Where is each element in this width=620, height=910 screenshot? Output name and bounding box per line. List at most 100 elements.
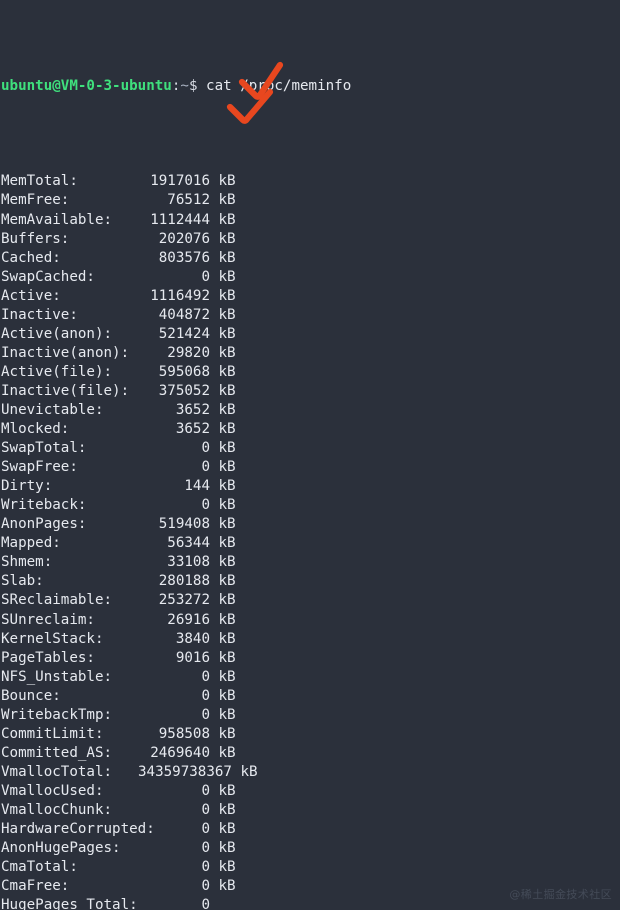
meminfo-unit: kB: [218, 401, 236, 418]
meminfo-value: 958508: [158, 725, 210, 742]
meminfo-unit: kB: [240, 763, 258, 780]
meminfo-unit: kB: [218, 801, 236, 818]
meminfo-row: VmallocTotal: 34359738367 kB: [1, 763, 351, 782]
meminfo-unit: kB: [218, 249, 236, 266]
meminfo-value: 202076: [158, 230, 210, 247]
meminfo-row: Committed_AS: 2469640 kB: [1, 744, 351, 763]
meminfo-unit: kB: [218, 382, 236, 399]
meminfo-row: Active(anon): 521424 kB: [1, 325, 351, 344]
meminfo-value: 26916: [167, 611, 210, 628]
meminfo-value: 0: [201, 840, 210, 857]
meminfo-unit: kB: [218, 573, 236, 590]
meminfo-value: 595068: [158, 363, 210, 380]
meminfo-value: 0: [201, 440, 210, 457]
terminal-window[interactable]: ubuntu@VM-0-3-ubuntu:~$ cat /proc/meminf…: [0, 0, 620, 910]
meminfo-row: AnonHugePages: 0 kB: [1, 839, 351, 858]
meminfo-row: VmallocChunk: 0 kB: [1, 801, 351, 820]
meminfo-row: Inactive(anon): 29820 kB: [1, 344, 351, 363]
meminfo-unit: kB: [218, 649, 236, 666]
meminfo-key: CmaFree:: [1, 878, 70, 895]
meminfo-unit: kB: [218, 821, 236, 838]
meminfo-key: MemAvailable:: [1, 211, 113, 228]
meminfo-value: 0: [201, 821, 210, 838]
meminfo-value: 76512: [167, 192, 210, 209]
prompt-user-host: ubuntu@VM-0-3-ubuntu: [1, 78, 172, 95]
meminfo-row: Writeback: 0 kB: [1, 496, 351, 515]
meminfo-unit: kB: [218, 421, 236, 438]
meminfo-key: CommitLimit:: [1, 725, 104, 742]
meminfo-row: MemFree: 76512 kB: [1, 191, 351, 210]
meminfo-unit: kB: [218, 478, 236, 495]
meminfo-key: MemFree:: [1, 192, 70, 209]
meminfo-value: 0: [201, 268, 210, 285]
command-text: cat /proc/meminfo: [206, 78, 352, 95]
meminfo-unit: kB: [218, 592, 236, 609]
meminfo-value: 0: [201, 497, 210, 514]
meminfo-value: 0: [201, 782, 210, 799]
meminfo-unit: kB: [218, 725, 236, 742]
meminfo-row: KernelStack: 3840 kB: [1, 630, 351, 649]
meminfo-unit: kB: [218, 668, 236, 685]
meminfo-key: VmallocTotal:: [1, 763, 113, 780]
site-watermark: @稀土掘金技术社区: [509, 887, 612, 901]
meminfo-value: 33108: [167, 554, 210, 571]
meminfo-value: 521424: [158, 325, 210, 342]
meminfo-key: Shmem:: [1, 554, 53, 571]
meminfo-row: Mapped: 56344 kB: [1, 534, 351, 553]
meminfo-value: 34359738367: [138, 763, 232, 780]
meminfo-value: 0: [201, 459, 210, 476]
meminfo-key: Committed_AS:: [1, 744, 113, 761]
meminfo-unit: kB: [218, 744, 236, 761]
meminfo-row: Dirty: 144 kB: [1, 477, 351, 496]
meminfo-unit: kB: [218, 211, 236, 228]
meminfo-value: 519408: [158, 516, 210, 533]
meminfo-unit: kB: [218, 687, 236, 704]
meminfo-row: Bounce: 0 kB: [1, 687, 351, 706]
meminfo-value: 1917016: [150, 173, 210, 190]
meminfo-key: NFS_Unstable:: [1, 668, 113, 685]
meminfo-key: Unevictable:: [1, 401, 104, 418]
meminfo-key: KernelStack:: [1, 630, 104, 647]
meminfo-value: 144: [184, 478, 210, 495]
meminfo-unit: kB: [218, 306, 236, 323]
meminfo-unit: kB: [218, 287, 236, 304]
meminfo-key: HardwareCorrupted:: [1, 821, 155, 838]
meminfo-unit: kB: [218, 840, 236, 857]
meminfo-output: MemTotal: 1917016 kB MemFree: 76512 kB MemAvai…: [1, 172, 351, 910]
meminfo-row: Buffers: 202076 kB: [1, 230, 351, 249]
meminfo-unit: kB: [218, 459, 236, 476]
meminfo-key: Inactive(file):: [1, 382, 130, 399]
meminfo-row: Inactive: 404872 kB: [1, 306, 351, 325]
meminfo-key: Slab:: [1, 573, 44, 590]
meminfo-row: NFS_Unstable: 0 kB: [1, 668, 351, 687]
meminfo-row: MemAvailable: 1112444 kB: [1, 211, 351, 230]
meminfo-row: MemTotal: 1917016 kB: [1, 172, 351, 191]
meminfo-unit: kB: [218, 344, 236, 361]
meminfo-row: SwapTotal: 0 kB: [1, 439, 351, 458]
meminfo-key: Writeback:: [1, 497, 87, 514]
meminfo-key: Bounce:: [1, 687, 61, 704]
meminfo-row: Shmem: 33108 kB: [1, 553, 351, 572]
meminfo-value: 29820: [167, 344, 210, 361]
meminfo-key: SwapCached:: [1, 268, 95, 285]
meminfo-key: Mapped:: [1, 535, 61, 552]
meminfo-row: CmaTotal: 0 kB: [1, 858, 351, 877]
meminfo-value: 3652: [175, 421, 210, 438]
meminfo-unit: kB: [218, 859, 236, 876]
meminfo-value: 1112444: [150, 211, 210, 228]
meminfo-value: 0: [201, 687, 210, 704]
meminfo-row: Active: 1116492 kB: [1, 287, 351, 306]
meminfo-key: Inactive(anon):: [1, 344, 130, 361]
meminfo-unit: kB: [218, 516, 236, 533]
meminfo-row: SUnreclaim: 26916 kB: [1, 611, 351, 630]
meminfo-value: 280188: [158, 573, 210, 590]
meminfo-key: SReclaimable:: [1, 592, 113, 609]
meminfo-key: Active:: [1, 287, 61, 304]
meminfo-key: SwapFree:: [1, 459, 78, 476]
meminfo-key: SUnreclaim:: [1, 611, 95, 628]
meminfo-key: MemTotal:: [1, 173, 78, 190]
meminfo-value: 9016: [175, 649, 210, 666]
meminfo-unit: kB: [218, 268, 236, 285]
meminfo-key: AnonHugePages:: [1, 840, 121, 857]
meminfo-row: HugePages_Total: 0: [1, 896, 351, 910]
